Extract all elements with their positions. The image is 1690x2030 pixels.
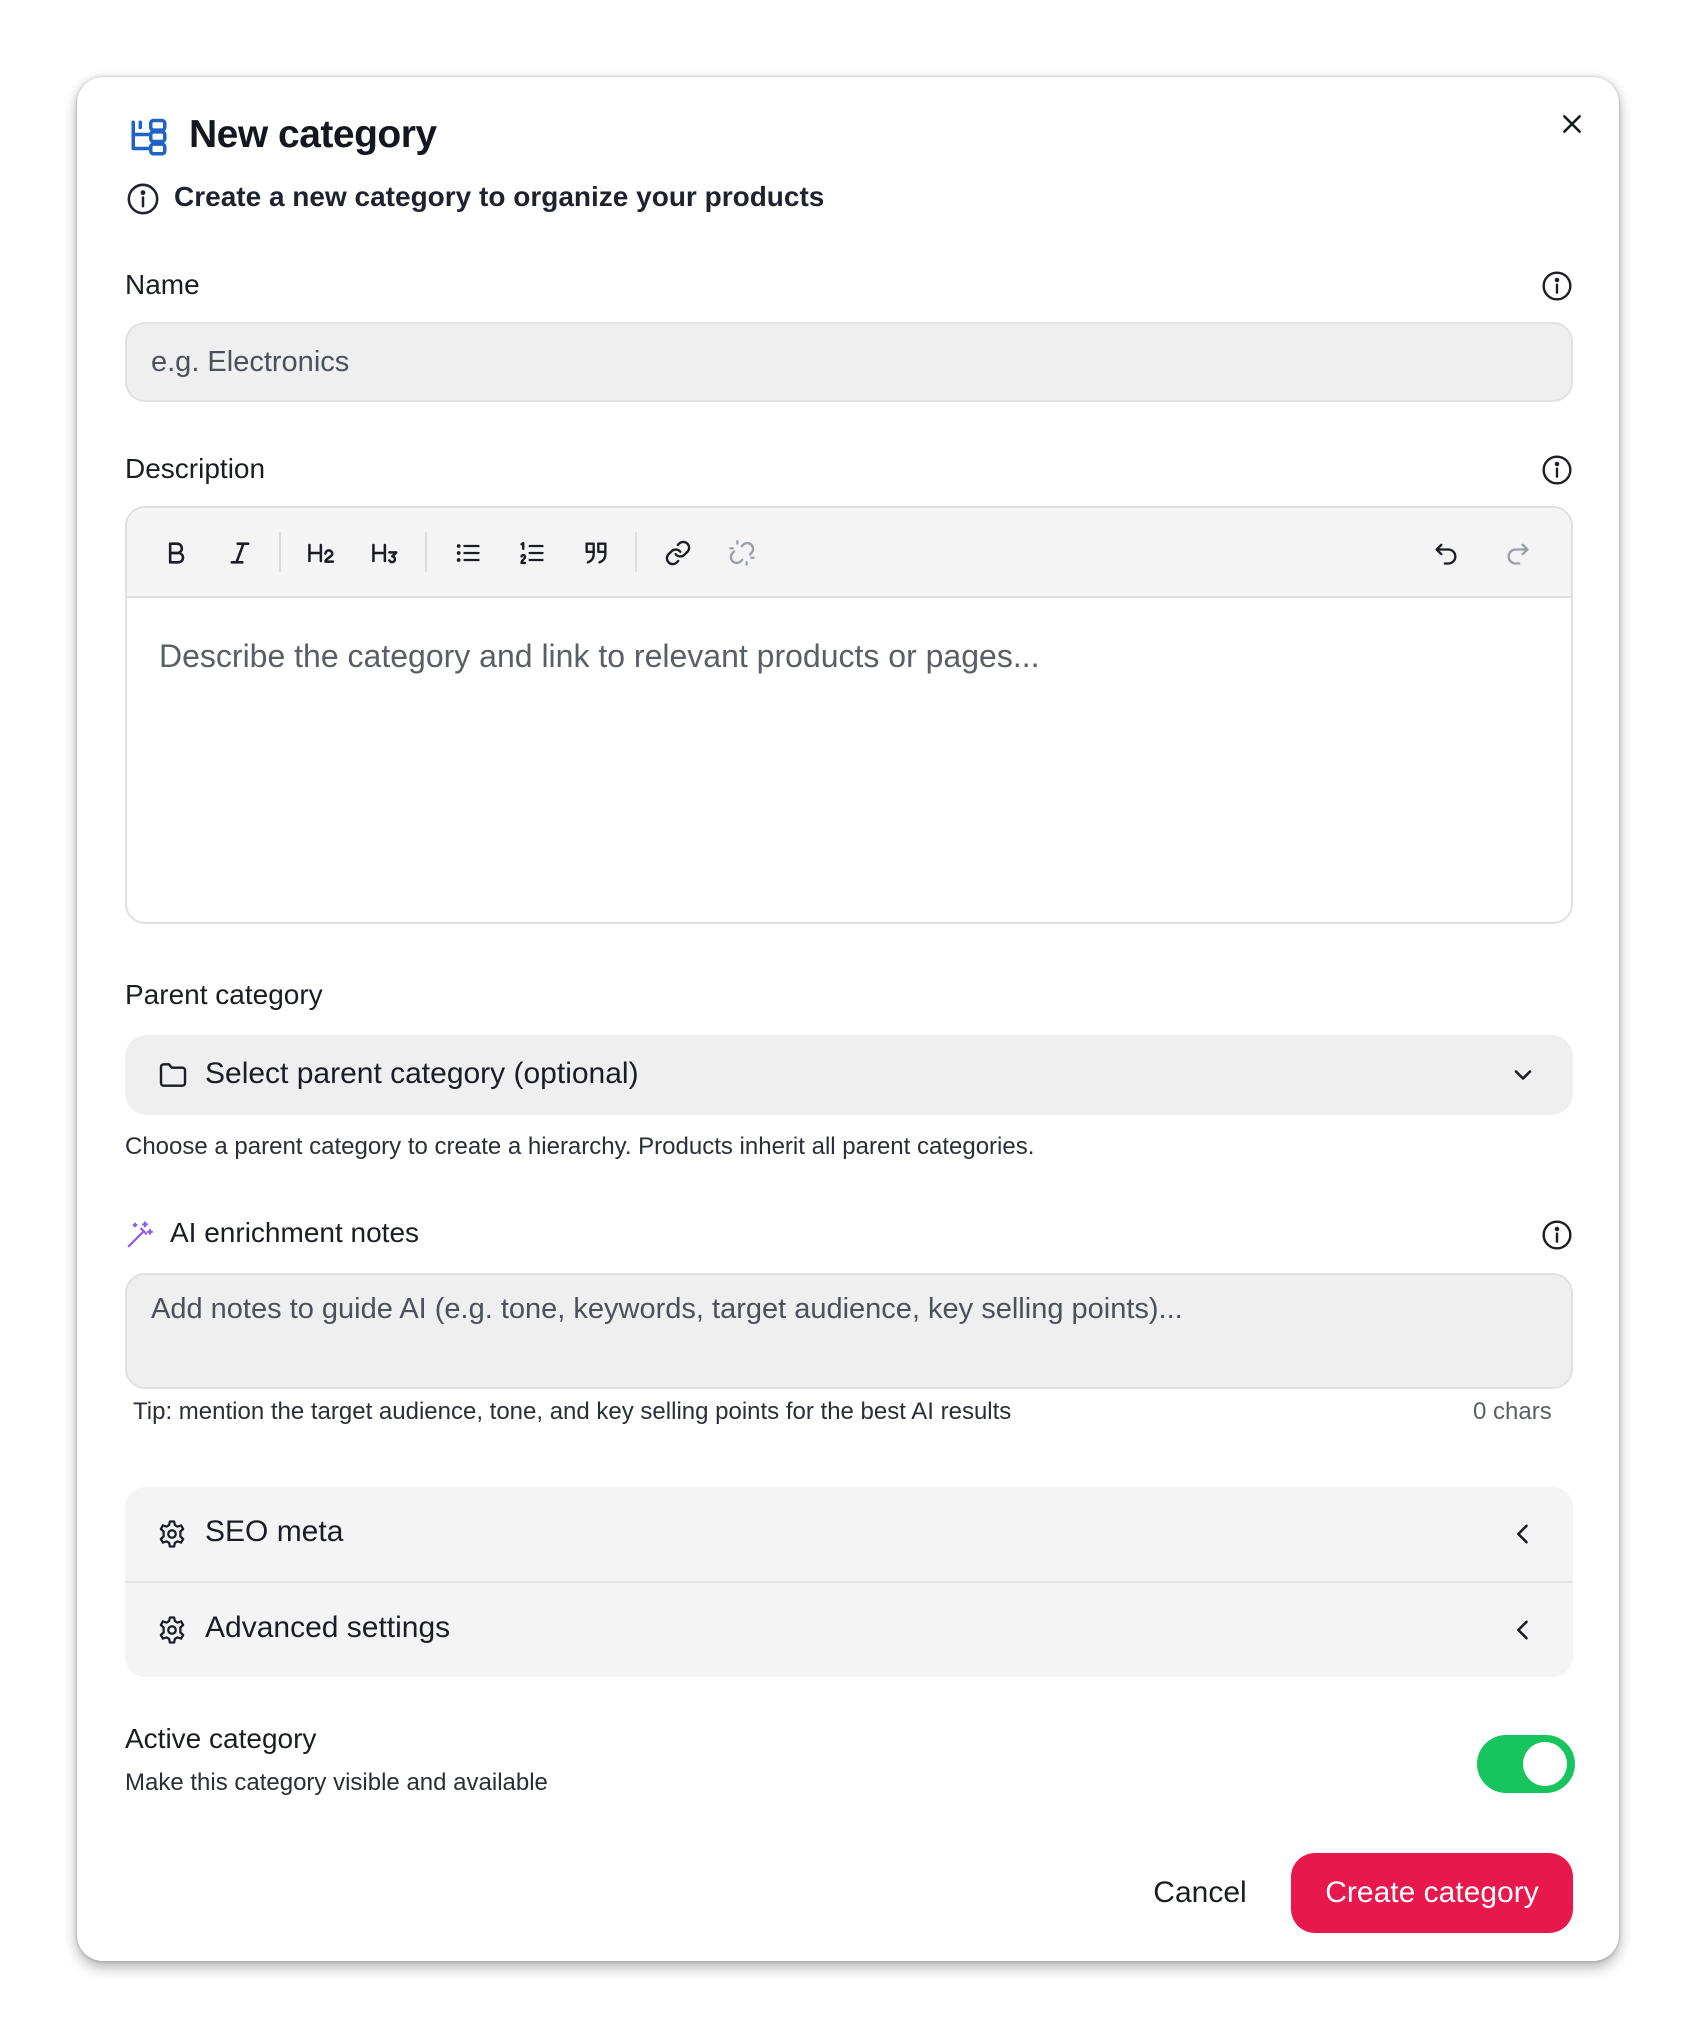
ai-notes-info-icon[interactable] (1541, 1219, 1573, 1251)
description-label: Description (125, 453, 266, 484)
folder-icon (159, 1063, 187, 1087)
gear-icon (159, 1616, 185, 1644)
close-icon (1563, 115, 1581, 133)
ai-notes-textarea[interactable] (151, 1291, 1547, 1371)
parent-category-label: Parent category (125, 979, 323, 1010)
bullet-list-button[interactable] (445, 530, 491, 576)
close-button[interactable] (1547, 99, 1597, 149)
italic-button[interactable] (217, 530, 263, 576)
ai-notes-tip: Tip: mention the target audience, tone, … (133, 1398, 1012, 1425)
toggle-knob (1523, 1742, 1567, 1786)
heading-3-button[interactable] (363, 530, 409, 576)
undo-icon (1435, 543, 1457, 565)
magic-wand-icon (127, 1221, 153, 1248)
dialog-title: New category (189, 113, 437, 156)
name-info-icon[interactable] (1541, 270, 1573, 302)
bold-icon (168, 542, 185, 564)
quote-icon (585, 542, 607, 564)
ordered-list-button[interactable] (509, 530, 555, 576)
active-category-label: Active category (125, 1723, 317, 1754)
chevron-left-icon (1517, 1620, 1528, 1640)
heading-2-icon (308, 543, 335, 563)
name-input[interactable] (151, 324, 1547, 400)
chevron-down-icon (1514, 1070, 1532, 1080)
advanced-settings-label: Advanced settings (205, 1611, 451, 1644)
name-label: Name (125, 269, 200, 300)
seo-meta-label: SEO meta (205, 1515, 344, 1548)
info-icon (127, 183, 159, 215)
redo-button[interactable] (1495, 530, 1541, 576)
redo-icon (1507, 543, 1529, 565)
link-icon (665, 540, 691, 566)
bullet-list-icon (456, 544, 480, 562)
ai-notes-wrapper (125, 1273, 1573, 1389)
editor-toolbar (127, 508, 1571, 598)
new-category-dialog: New category Create a new category to or… (77, 77, 1619, 1961)
italic-icon (230, 542, 250, 564)
unlink-button[interactable] (719, 530, 765, 576)
parent-category-select[interactable]: Select parent category (optional) (125, 1035, 1573, 1115)
link-button[interactable] (655, 530, 701, 576)
advanced-settings-section[interactable]: Advanced settings (125, 1583, 1573, 1677)
active-category-help: Make this category visible and available (125, 1769, 548, 1796)
gear-icon (159, 1520, 185, 1548)
unlink-icon (729, 540, 755, 566)
create-category-button[interactable]: Create category (1291, 1853, 1573, 1933)
description-editor-content[interactable]: Describe the category and link to releva… (159, 638, 1039, 675)
parent-category-value: Select parent category (optional) (205, 1057, 639, 1090)
parent-category-help: Choose a parent category to create a hie… (125, 1133, 1035, 1160)
active-category-toggle[interactable] (1477, 1735, 1575, 1793)
description-editor: Describe the category and link to releva… (125, 506, 1573, 924)
ai-notes-label: AI enrichment notes (170, 1217, 420, 1248)
cancel-button[interactable]: Cancel (1123, 1853, 1277, 1933)
heading-2-button[interactable] (299, 530, 345, 576)
seo-meta-section[interactable]: SEO meta (125, 1487, 1573, 1581)
category-tree-icon (131, 118, 167, 156)
undo-button[interactable] (1423, 530, 1469, 576)
blockquote-button[interactable] (573, 530, 619, 576)
settings-accordion: SEO meta Advanced settings (125, 1487, 1573, 1677)
heading-3-icon (372, 543, 398, 564)
name-field-wrapper (125, 322, 1573, 402)
dialog-subtitle: Create a new category to organize your p… (174, 181, 825, 212)
chevron-left-icon (1517, 1524, 1528, 1544)
description-info-icon[interactable] (1541, 454, 1573, 486)
ordered-list-icon (520, 541, 544, 565)
ai-notes-char-count: 0 chars (1473, 1398, 1552, 1425)
bold-button[interactable] (153, 530, 199, 576)
